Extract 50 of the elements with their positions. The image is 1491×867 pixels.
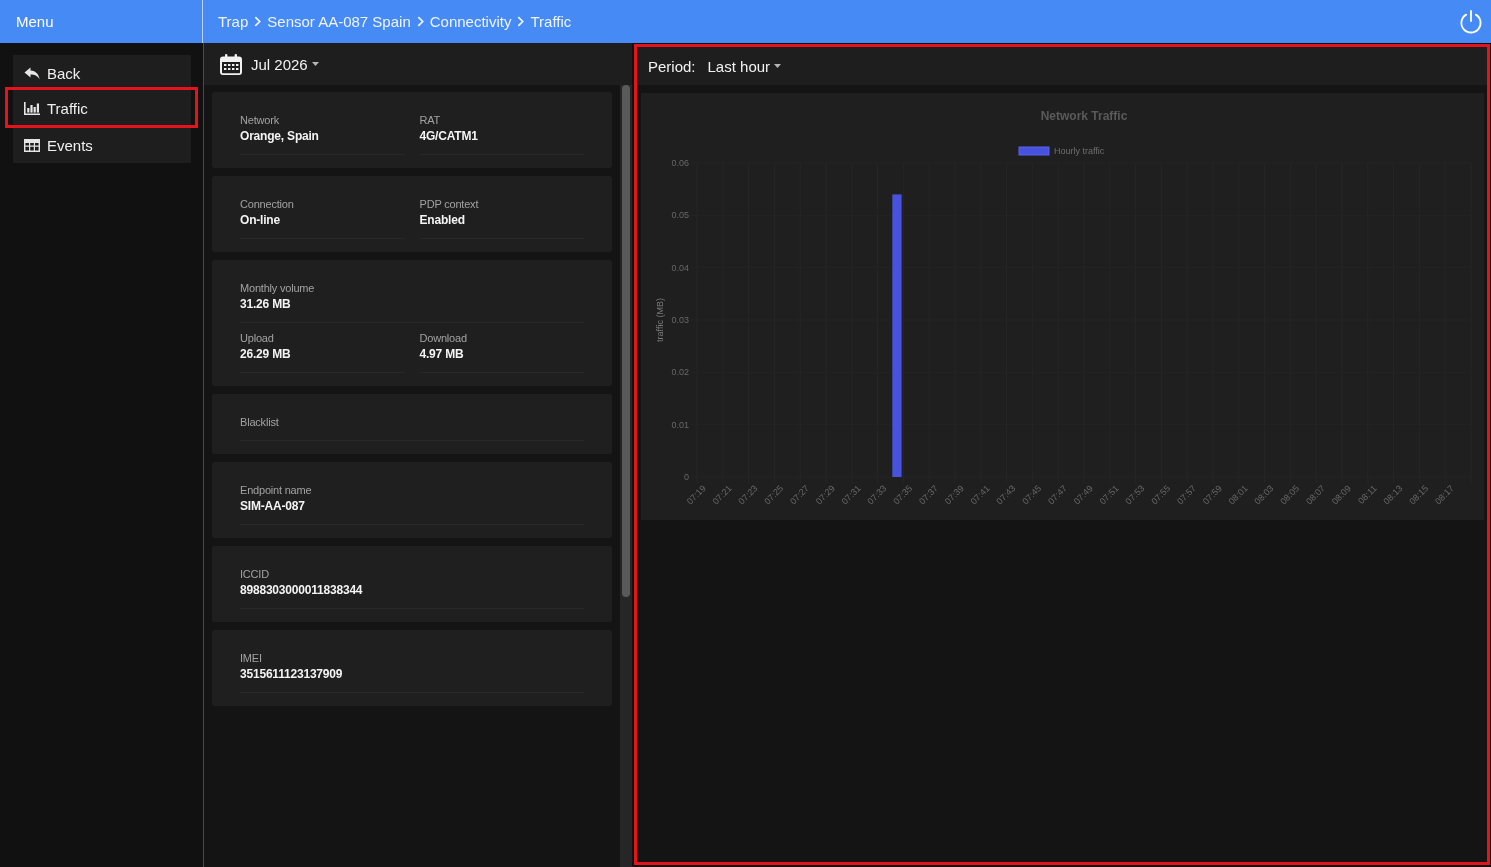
axis-tick-label: 0.06 — [671, 158, 689, 168]
field-label: PDP context — [419, 197, 480, 212]
breadcrumb-current: Traffic — [530, 13, 572, 30]
axis-title: traffic (MB) — [655, 298, 665, 342]
field-label: ICCID — [240, 567, 270, 582]
axis-tick-label: 0.05 — [671, 210, 689, 221]
chevron-right-icon — [416, 16, 424, 27]
field-value: 4.97 MB — [419, 346, 465, 362]
axis-tick-label: 0.03 — [671, 315, 689, 325]
field-value: 26.29 MB — [240, 346, 292, 362]
field-value: 4G/CATM1 — [419, 128, 479, 144]
field-value: SIM-AA-087 — [240, 498, 306, 514]
field-label: Network — [240, 113, 280, 128]
field-label: Blacklist — [240, 415, 280, 430]
field-label: Endpoint name — [240, 483, 313, 498]
menu-title: Menu — [16, 13, 54, 30]
table-icon — [24, 138, 40, 152]
month-dropdown[interactable]: Jul 2026 — [251, 55, 319, 73]
period-label: Period: — [648, 57, 696, 75]
field-value: Orange, Spain — [240, 128, 320, 144]
sidebar-item[interactable]: Events — [13, 127, 191, 163]
legend-swatch-icon — [1018, 146, 1050, 156]
bar-chart-icon — [24, 101, 40, 115]
field-label: Connection — [240, 197, 295, 212]
legend-label: Hourly traffic — [1054, 146, 1105, 156]
caret-down-icon — [311, 62, 319, 66]
sidebar-item[interactable]: Traffic — [5, 87, 198, 128]
chevron-right-icon — [254, 16, 262, 27]
field-value: 3515611123137909 — [240, 666, 344, 682]
axis-tick-label: 0.01 — [671, 419, 689, 430]
chart-title: Network Traffic — [1040, 109, 1128, 123]
field-label: Upload — [240, 331, 275, 346]
period-dropdown[interactable]: Last hour — [707, 57, 782, 75]
reply-arrow-icon — [24, 66, 40, 80]
field-label: RAT — [419, 113, 442, 128]
axis-tick-label: 0 — [684, 472, 689, 482]
power-icon[interactable] — [1459, 9, 1483, 34]
field-label: Download — [419, 331, 468, 346]
axis-tick-label: 0.04 — [671, 262, 689, 273]
chevron-right-icon — [517, 16, 525, 27]
field-value: Enabled — [419, 212, 466, 228]
field-label: Monthly volume — [240, 281, 316, 296]
calendar-icon[interactable] — [220, 53, 242, 75]
field-value: On-line — [240, 212, 281, 228]
axis-tick-label: 0.02 — [671, 367, 689, 378]
scrollbar-thumb[interactable] — [622, 85, 630, 597]
field-value: 31.26 MB — [240, 296, 292, 312]
field-label: IMEI — [240, 651, 263, 666]
caret-down-icon — [774, 64, 782, 68]
field-value: 8988303000011838344 — [240, 582, 364, 598]
